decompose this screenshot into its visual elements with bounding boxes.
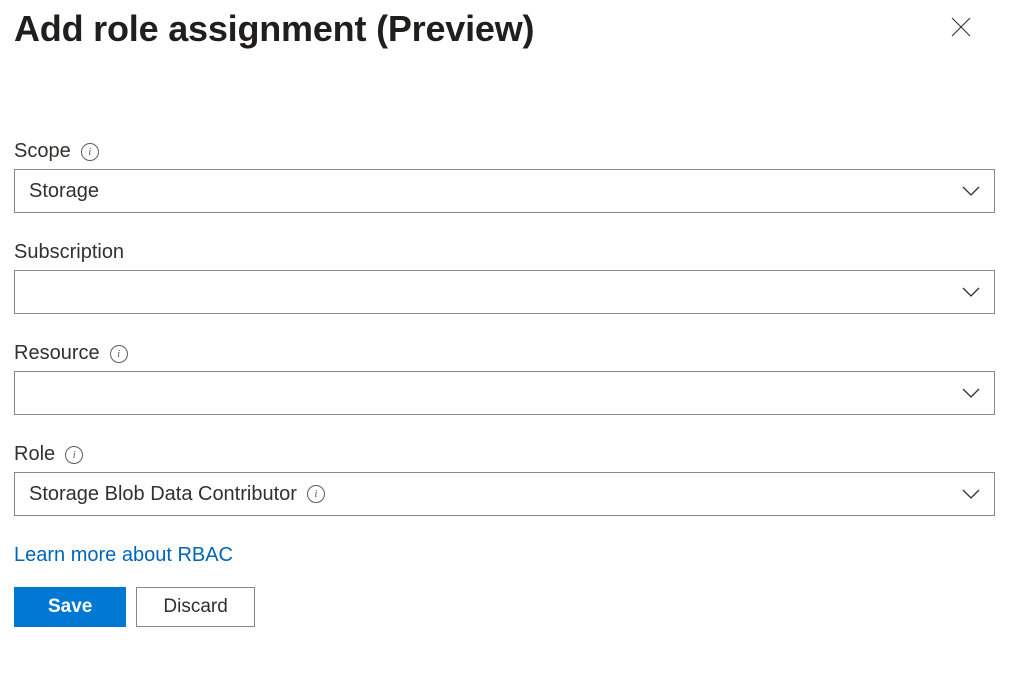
chevron-down-icon <box>962 384 980 402</box>
field-resource: Resource i <box>14 342 995 415</box>
scope-dropdown[interactable]: Storage <box>14 169 995 213</box>
role-label: Role <box>14 443 55 466</box>
info-icon[interactable]: i <box>110 345 128 363</box>
info-icon[interactable]: i <box>307 485 325 503</box>
info-icon[interactable]: i <box>65 446 83 464</box>
chevron-down-icon <box>962 182 980 200</box>
role-dropdown[interactable]: Storage Blob Data Contributor i <box>14 472 995 516</box>
field-scope: Scope i Storage <box>14 140 995 213</box>
scope-label: Scope <box>14 140 71 163</box>
field-subscription: Subscription <box>14 241 995 314</box>
field-label-row-resource: Resource i <box>14 342 995 365</box>
subscription-dropdown[interactable] <box>14 270 995 314</box>
page-title: Add role assignment (Preview) <box>14 8 534 50</box>
button-row: Save Discard <box>14 587 995 627</box>
panel-header: Add role assignment (Preview) <box>14 8 995 50</box>
close-button[interactable] <box>943 11 979 47</box>
field-label-row-role: Role i <box>14 443 995 466</box>
field-label-row-scope: Scope i <box>14 140 995 163</box>
close-icon <box>950 16 972 43</box>
role-value: Storage Blob Data Contributor i <box>29 483 325 506</box>
field-label-row-subscription: Subscription <box>14 241 995 264</box>
chevron-down-icon <box>962 485 980 503</box>
discard-button[interactable]: Discard <box>136 587 254 627</box>
role-value-text: Storage Blob Data Contributor <box>29 483 297 506</box>
info-icon[interactable]: i <box>81 143 99 161</box>
subscription-label: Subscription <box>14 241 124 264</box>
resource-dropdown[interactable] <box>14 371 995 415</box>
learn-more-link[interactable]: Learn more about RBAC <box>14 544 233 567</box>
save-button[interactable]: Save <box>14 587 126 627</box>
field-role: Role i Storage Blob Data Contributor i <box>14 443 995 516</box>
resource-label: Resource <box>14 342 100 365</box>
scope-value: Storage <box>29 180 99 203</box>
chevron-down-icon <box>962 283 980 301</box>
